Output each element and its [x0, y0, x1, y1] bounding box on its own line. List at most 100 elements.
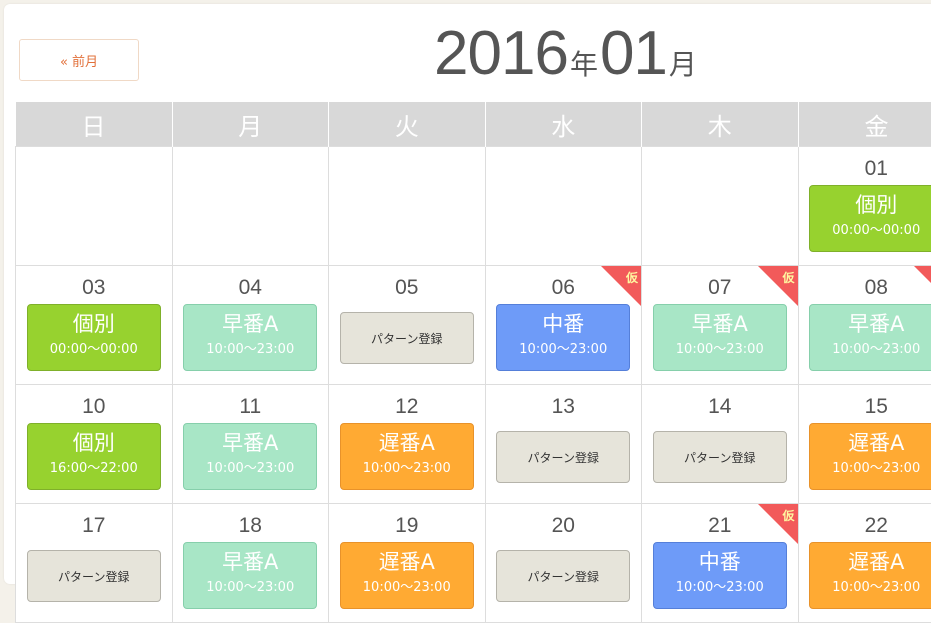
- weekday-header: 日: [16, 102, 173, 147]
- calendar-day-cell[interactable]: 07仮早番A10:00〜23:00: [642, 266, 799, 385]
- calendar-grid: 日月火水木金 01個別00:00〜00:0003個別00:00〜00:0004早…: [15, 102, 931, 623]
- shift-block-hayaban[interactable]: 早番A 10:00〜23:00: [183, 542, 317, 609]
- calendar-day-cell[interactable]: 03 個別00:00〜00:00: [16, 266, 173, 385]
- calendar-day-cell[interactable]: 06仮中番10:00〜23:00: [485, 266, 642, 385]
- page-title: 2016年01月: [434, 18, 699, 89]
- shift-name: 早番A: [654, 311, 786, 337]
- day-number: 14: [642, 394, 798, 420]
- day-number: 10: [16, 394, 172, 420]
- shift-name: 中番: [497, 311, 629, 337]
- shift-time: 10:00〜23:00: [341, 459, 473, 479]
- shift-block-osoban[interactable]: 遅番A 10:00〜23:00: [809, 423, 931, 490]
- provisional-label: 仮: [626, 269, 638, 286]
- calendar-day-cell[interactable]: 12 遅番A 10:00〜23:00: [329, 385, 486, 504]
- day-number: 05: [329, 275, 485, 301]
- provisional-badge: 仮: [758, 504, 798, 544]
- title-month-unit: 月: [669, 48, 697, 81]
- shift-name: 早番A: [810, 311, 931, 337]
- day-number: 08: [799, 275, 931, 301]
- shift-name: 遅番A: [810, 549, 931, 575]
- provisional-label: 仮: [782, 269, 794, 286]
- shift-block-osoban[interactable]: 遅番A 10:00〜23:00: [809, 542, 931, 609]
- weekday-header-row: 日月火水木金: [16, 102, 931, 147]
- calendar-week-row: 17パターン登録18早番A10:00〜23:0019遅番A10:00〜23:00…: [16, 504, 931, 623]
- shift-name: 早番A: [184, 311, 316, 337]
- shift-name: 早番A: [184, 549, 316, 575]
- calendar-day-cell[interactable]: 08仮早番A10:00〜23:00: [798, 266, 931, 385]
- calendar-day-cell[interactable]: 10 個別 16:00〜22:00: [16, 385, 173, 504]
- calendar-body: 01個別00:00〜00:0003個別00:00〜00:0004早番A10:00…: [16, 147, 931, 623]
- shift-name: 遅番A: [341, 430, 473, 456]
- calendar-day-cell[interactable]: 14 パターン登録: [642, 385, 799, 504]
- shift-name: 早番A: [184, 430, 316, 456]
- calendar-day-cell[interactable]: 20 パターン登録: [485, 504, 642, 623]
- day-number: 22: [799, 513, 931, 539]
- calendar-day-cell[interactable]: 13 パターン登録: [485, 385, 642, 504]
- shift-time: 16:00〜22:00: [28, 459, 160, 479]
- weekday-header: 木: [642, 102, 799, 147]
- shift-block-hayaban[interactable]: 早番A 10:00〜23:00: [183, 423, 317, 490]
- pattern-register-button[interactable]: パターン登録: [496, 431, 630, 483]
- shift-time: 10:00〜23:00: [497, 340, 629, 360]
- day-number: 13: [486, 394, 642, 420]
- pattern-register-button[interactable]: パターン登録: [340, 312, 474, 364]
- calendar-week-row: 03個別00:00〜00:0004早番A10:00〜23:0005パターン登録0…: [16, 266, 931, 385]
- provisional-label: 仮: [782, 507, 794, 524]
- calendar-day-cell[interactable]: 21仮中番10:00〜23:00: [642, 504, 799, 623]
- shift-block-hayaban[interactable]: 早番A 10:00〜23:00: [653, 304, 787, 371]
- calendar-day-cell[interactable]: 22 遅番A 10:00〜23:00: [798, 504, 931, 623]
- shift-time: 10:00〜23:00: [810, 578, 931, 598]
- calendar-day-cell[interactable]: 05 パターン登録: [329, 266, 486, 385]
- pattern-register-button[interactable]: パターン登録: [653, 431, 787, 483]
- shift-block-kobetsu[interactable]: 個別00:00〜00:00: [809, 185, 931, 252]
- day-number: 04: [173, 275, 329, 301]
- day-number: 17: [16, 513, 172, 539]
- calendar-day-cell[interactable]: 15 遅番A 10:00〜23:00: [798, 385, 931, 504]
- shift-time: 10:00〜23:00: [184, 459, 316, 479]
- shift-block-nakaban[interactable]: 中番 10:00〜23:00: [653, 542, 787, 609]
- day-number: 12: [329, 394, 485, 420]
- shift-time: 10:00〜23:00: [654, 340, 786, 360]
- shift-time: 10:00〜23:00: [184, 340, 316, 360]
- shift-name: 遅番A: [810, 430, 931, 456]
- calendar-day-cell[interactable]: 17 パターン登録: [16, 504, 173, 623]
- shift-name: 中番: [654, 549, 786, 575]
- calendar-day-cell[interactable]: 01個別00:00〜00:00: [798, 147, 931, 266]
- shift-block-hayaban[interactable]: 早番A10:00〜23:00: [809, 304, 931, 371]
- shift-time: 00:00〜00:00: [28, 340, 160, 360]
- title-month: 01: [600, 19, 667, 88]
- day-number: 15: [799, 394, 931, 420]
- shift-time: 10:00〜23:00: [654, 578, 786, 598]
- shift-block-osoban[interactable]: 遅番A 10:00〜23:00: [340, 423, 474, 490]
- prev-month-button[interactable]: « 前月: [19, 39, 139, 81]
- calendar-week-row: 01個別00:00〜00:00: [16, 147, 931, 266]
- calendar-day-cell[interactable]: 19 遅番A10:00〜23:00: [329, 504, 486, 623]
- provisional-badge: 仮: [914, 266, 931, 306]
- shift-time: 10:00〜23:00: [184, 578, 316, 598]
- shift-name: 個別: [28, 430, 160, 456]
- shift-block-hayaban[interactable]: 早番A 10:00〜23:00: [183, 304, 317, 371]
- calendar-day-cell[interactable]: 11早番A10:00〜23:00: [172, 385, 329, 504]
- pattern-register-button[interactable]: パターン登録: [27, 550, 161, 602]
- shift-block-osoban[interactable]: 遅番A10:00〜23:00: [340, 542, 474, 609]
- shift-block-kobetsu[interactable]: 個別00:00〜00:00: [27, 304, 161, 371]
- provisional-corner-icon: [914, 266, 931, 306]
- pattern-register-button[interactable]: パターン登録: [496, 550, 630, 602]
- shift-block-nakaban[interactable]: 中番 10:00〜23:00: [496, 304, 630, 371]
- title-year: 2016: [434, 19, 568, 88]
- shift-name: 遅番A: [341, 549, 473, 575]
- shift-block-kobetsu[interactable]: 個別 16:00〜22:00: [27, 423, 161, 490]
- provisional-badge: 仮: [758, 266, 798, 306]
- calendar-day-cell[interactable]: 18早番A10:00〜23:00: [172, 504, 329, 623]
- calendar-day-cell[interactable]: 04 早番A 10:00〜23:00: [172, 266, 329, 385]
- day-number: 03: [16, 275, 172, 301]
- day-number: 20: [486, 513, 642, 539]
- weekday-header: 火: [329, 102, 486, 147]
- shift-time: 10:00〜23:00: [810, 459, 931, 479]
- calendar-empty-cell: [172, 147, 329, 266]
- calendar-empty-cell: [642, 147, 799, 266]
- day-number: 19: [329, 513, 485, 539]
- shift-name: 個別: [810, 192, 931, 218]
- weekday-header: 月: [172, 102, 329, 147]
- weekday-header: 金: [798, 102, 931, 147]
